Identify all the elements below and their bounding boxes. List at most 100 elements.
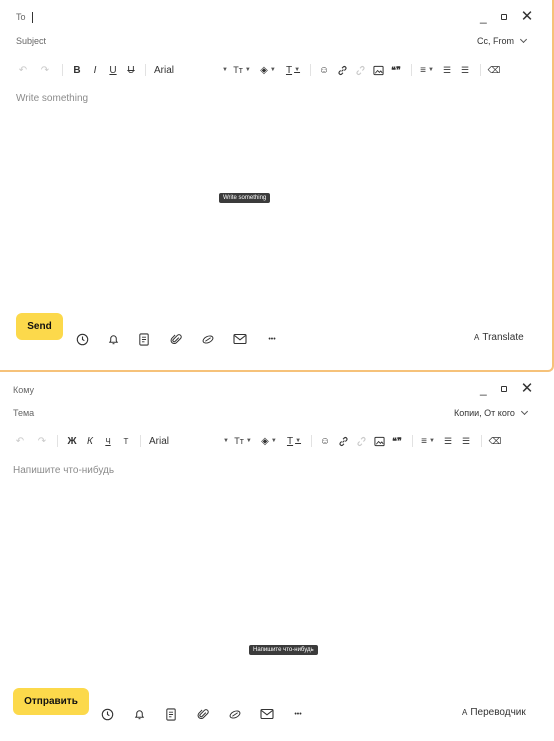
cloud-attach-icon[interactable] <box>200 331 216 347</box>
maximize-button[interactable] <box>500 14 507 20</box>
subject-label: Subject <box>16 36 47 46</box>
translate-label: Translate <box>482 332 524 343</box>
underline-button[interactable]: Ч <box>102 433 114 449</box>
minimize-button[interactable]: _ <box>480 383 487 395</box>
underline-button[interactable]: U <box>107 62 119 78</box>
strikethrough-button[interactable]: U <box>125 62 137 78</box>
toolbar-divider <box>481 435 482 447</box>
text-color-icon: T <box>286 435 294 447</box>
image-icon[interactable] <box>372 433 386 449</box>
undo-button[interactable]: ↶ <box>16 62 30 78</box>
chevron-down-icon <box>520 407 528 416</box>
caret-down-icon: ▼ <box>222 67 228 73</box>
translate-button[interactable]: A Переводчик <box>462 707 526 718</box>
send-button-label: Отправить <box>24 695 78 707</box>
unlink-icon[interactable] <box>353 62 367 78</box>
toolbar-divider <box>140 435 141 447</box>
send-button[interactable]: Send <box>16 312 63 340</box>
envelope-icon[interactable] <box>259 706 275 722</box>
minimize-button[interactable]: _ <box>480 11 487 23</box>
toolbar-divider <box>145 64 146 76</box>
close-button[interactable]: ✕ <box>521 9 534 24</box>
attachment-icon[interactable] <box>168 331 184 347</box>
cc-from-label: Копии, От кого <box>454 408 515 418</box>
send-button-label: Send <box>27 320 52 332</box>
italic-button[interactable]: I <box>89 62 101 78</box>
cc-from-toggle[interactable]: Копии, От кого <box>454 407 528 418</box>
numbered-list-icon[interactable]: ☰ <box>459 433 473 449</box>
translate-button[interactable]: A Translate <box>474 332 524 343</box>
align-icon: ≡ <box>420 64 426 76</box>
to-row[interactable]: Кому <box>13 383 554 397</box>
undo-button[interactable]: ↶ <box>13 433 27 449</box>
text-color-icon: T <box>285 64 293 76</box>
template-icon[interactable] <box>136 331 152 347</box>
unlink-icon[interactable] <box>354 433 368 449</box>
redo-button[interactable]: ↷ <box>35 433 49 449</box>
redo-button[interactable]: ↷ <box>38 62 52 78</box>
emoji-icon[interactable]: ☺ <box>318 433 332 449</box>
text-color-button[interactable]: T ▼ <box>285 433 303 449</box>
text-color-button[interactable]: T ▼ <box>284 62 302 78</box>
message-body-placeholder[interactable]: Напишите что-нибудь <box>13 465 114 476</box>
clock-icon[interactable] <box>99 706 115 722</box>
text-size-button[interactable]: Tт ▼ <box>233 433 253 449</box>
compose-window-russian: Кому _ ✕ Тема Копии, От кого ↶ ↷ Ж К Ч Т… <box>0 373 554 741</box>
quote-icon[interactable]: ❝❞ <box>389 62 403 78</box>
clock-icon[interactable] <box>74 331 90 347</box>
formatting-toolbar: ↶ ↷ Ж К Ч Т Arial ▼ Tт ▼ ◈ ▼ T ▼ ☺ ❝❞ ≡ ▼ ☰ … <box>13 433 502 449</box>
numbered-list-icon[interactable]: ☰ <box>458 62 472 78</box>
bold-button[interactable]: B <box>71 62 83 78</box>
font-select-value: Arial <box>149 435 170 447</box>
to-input-caret[interactable] <box>31 11 33 23</box>
cloud-attach-icon[interactable] <box>227 706 243 722</box>
attachment-icon[interactable] <box>195 706 211 722</box>
fill-color-button[interactable]: ◈ ▼ <box>258 62 278 78</box>
bulleted-list-icon[interactable]: ☰ <box>440 62 454 78</box>
align-button[interactable]: ≡ ▼ <box>418 62 436 78</box>
paint-bucket-icon: ◈ <box>261 435 269 447</box>
more-icon[interactable]: ••• <box>288 706 308 722</box>
bulleted-list-icon[interactable]: ☰ <box>441 433 455 449</box>
text-size-button[interactable]: Tт ▼ <box>232 62 252 78</box>
quote-icon[interactable]: ❝❞ <box>390 433 404 449</box>
toolbar-divider <box>62 64 63 76</box>
close-button[interactable]: ✕ <box>521 381 534 396</box>
fill-color-button[interactable]: ◈ ▼ <box>259 433 279 449</box>
font-select[interactable]: Arial ▼ <box>154 65 228 76</box>
toolbar-divider <box>57 435 58 447</box>
font-select[interactable]: Arial ▼ <box>149 436 229 447</box>
italic-button[interactable]: К <box>84 433 96 449</box>
eraser-icon[interactable]: ⌫ <box>488 433 502 449</box>
toolbar-divider <box>412 435 413 447</box>
link-icon[interactable] <box>336 433 350 449</box>
cc-from-toggle[interactable]: Cc, From <box>477 35 528 46</box>
caret-down-icon: ▼ <box>223 438 229 444</box>
translate-icon: A <box>474 333 480 342</box>
image-icon[interactable] <box>371 62 385 78</box>
template-icon[interactable] <box>163 706 179 722</box>
subject-label: Тема <box>13 408 35 418</box>
maximize-button[interactable] <box>500 386 507 392</box>
message-body-placeholder[interactable]: Write something <box>16 93 88 104</box>
send-button[interactable]: Отправить <box>13 687 89 715</box>
emoji-icon[interactable]: ☺ <box>317 62 331 78</box>
link-icon[interactable] <box>335 62 349 78</box>
strikethrough-button[interactable]: Т <box>120 433 132 449</box>
to-row: To <box>16 10 552 24</box>
bold-button[interactable]: Ж <box>66 433 78 449</box>
toolbar-divider <box>411 64 412 76</box>
more-icon[interactable]: ••• <box>262 331 282 347</box>
bell-icon[interactable] <box>131 706 147 722</box>
subject-row[interactable]: Subject <box>16 35 552 47</box>
cc-from-label: Cc, From <box>477 36 514 46</box>
eraser-icon[interactable]: ⌫ <box>487 62 501 78</box>
tooltip: Write something <box>219 193 271 203</box>
align-button[interactable]: ≡ ▼ <box>419 433 437 449</box>
envelope-icon[interactable] <box>232 331 248 347</box>
bell-icon[interactable] <box>105 331 121 347</box>
translate-icon: A <box>462 708 468 717</box>
to-label: Кому <box>13 385 35 395</box>
text-size-icon: Tт <box>234 436 244 446</box>
to-label: To <box>16 12 26 22</box>
